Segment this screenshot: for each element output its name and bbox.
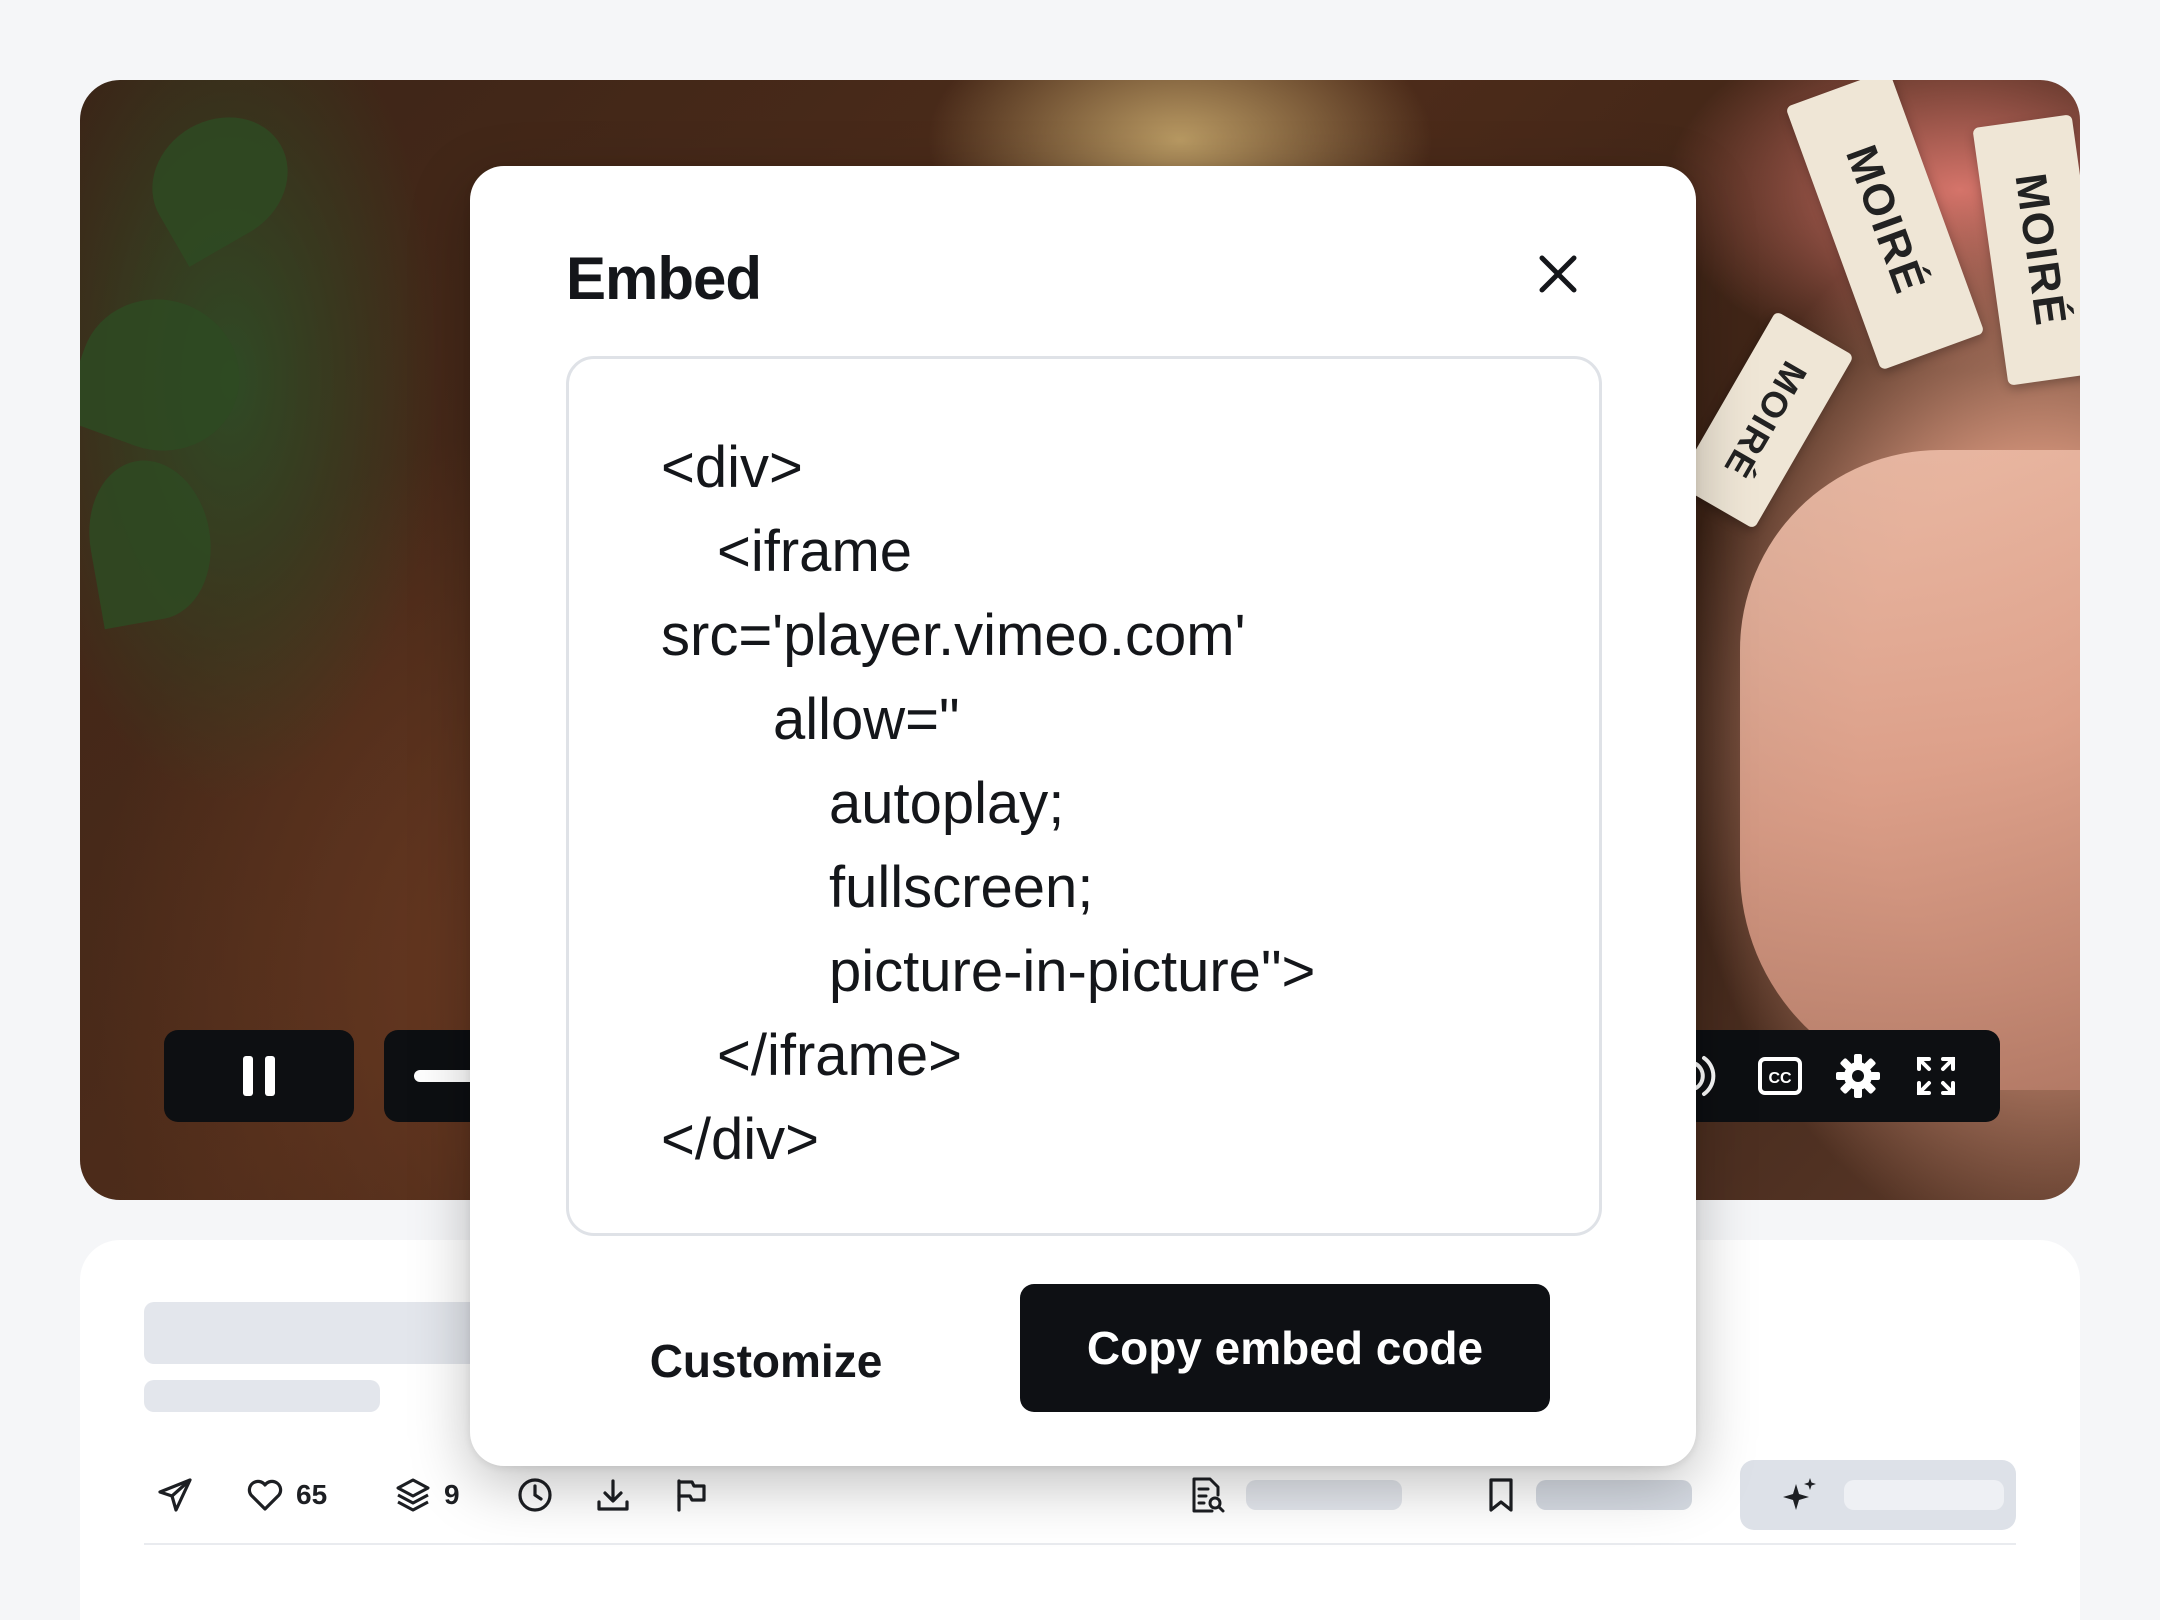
likes-count: 65: [296, 1479, 328, 1510]
ai-summary-button[interactable]: [1740, 1460, 2016, 1530]
collections-button[interactable]: 9: [394, 1470, 460, 1520]
transcript-label-skeleton: [1246, 1480, 1402, 1510]
svg-text:CC: CC: [1768, 1070, 1792, 1087]
fullscreen-icon: [1917, 1057, 1955, 1095]
save-button[interactable]: [1484, 1470, 1518, 1520]
send-icon: [158, 1478, 192, 1512]
toolbar-divider: [144, 1543, 2016, 1545]
video-hand-decoration: [1740, 450, 2080, 1090]
settings-button[interactable]: [1834, 1052, 1882, 1100]
layers-icon: [396, 1478, 430, 1512]
share-button[interactable]: [156, 1470, 194, 1520]
customize-button[interactable]: Customize: [620, 1316, 912, 1406]
report-button[interactable]: [672, 1470, 710, 1520]
code-line: fullscreen;: [829, 855, 1094, 920]
code-line: </div>: [661, 1107, 819, 1172]
code-line: picture-in-picture">: [829, 939, 1316, 1004]
heart-icon: [247, 1479, 283, 1511]
code-line: src='player.vimeo.com': [661, 603, 1246, 668]
clock-icon: [518, 1478, 552, 1512]
save-label-skeleton: [1536, 1480, 1692, 1510]
video-leaf-decoration: [80, 450, 223, 630]
download-button[interactable]: [594, 1470, 632, 1520]
ribbon-label: MOIRÉ: [1785, 80, 1985, 371]
fullscreen-button[interactable]: [1912, 1052, 1960, 1100]
ribbon-text: MOIRÉ: [2005, 170, 2076, 330]
download-icon: [597, 1479, 629, 1511]
watch-later-button[interactable]: [516, 1470, 554, 1520]
ribbon-text: MOIRÉ: [1715, 354, 1816, 486]
captions-button[interactable]: CC: [1756, 1052, 1804, 1100]
close-button[interactable]: [1530, 246, 1586, 302]
transcript-button[interactable]: [1188, 1470, 1226, 1520]
subtitle-skeleton: [144, 1380, 380, 1412]
sparkle-icon: [1783, 1478, 1816, 1510]
player-controls-right: CC: [1660, 1030, 2000, 1122]
pause-icon: [243, 1056, 275, 1096]
copy-embed-code-button[interactable]: Copy embed code: [1020, 1284, 1550, 1412]
embed-modal: Embed <div> <iframe src='player.vimeo.co…: [470, 166, 1696, 1466]
ribbon-label: MOIRÉ: [1972, 114, 2080, 386]
captions-icon: CC: [1758, 1057, 1802, 1095]
code-line: <div>: [661, 435, 803, 500]
modal-title: Embed: [566, 245, 762, 312]
video-leaf-decoration: [129, 93, 311, 267]
code-line: autoplay;: [829, 771, 1065, 836]
code-line: </iframe>: [717, 1023, 962, 1088]
pause-button[interactable]: [164, 1030, 354, 1122]
flag-icon: [677, 1479, 706, 1512]
ai-label-skeleton: [1844, 1480, 2004, 1510]
ribbon-text: MOIRÉ: [1836, 138, 1935, 301]
collections-count: 9: [444, 1479, 460, 1510]
title-skeleton: [144, 1302, 504, 1364]
bookmark-icon: [1489, 1478, 1513, 1512]
settings-icon: [1836, 1054, 1880, 1098]
transcript-icon: [1192, 1477, 1225, 1513]
embed-code-box[interactable]: <div> <iframe src='player.vimeo.com' all…: [566, 356, 1602, 1236]
close-icon: [1539, 255, 1577, 293]
code-line: allow=": [773, 687, 960, 752]
code-line: <iframe: [717, 519, 913, 584]
like-button[interactable]: 65: [246, 1470, 327, 1520]
video-leaf-decoration: [80, 277, 261, 473]
